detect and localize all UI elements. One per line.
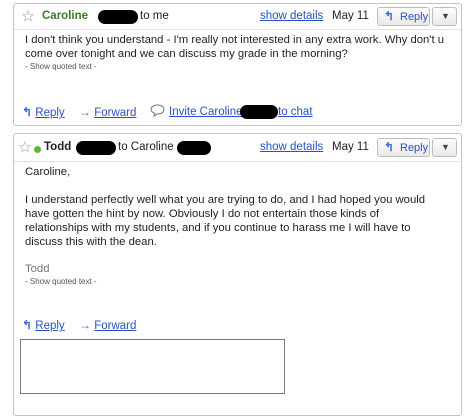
- message-signature: Todd: [25, 263, 50, 275]
- redacted-email: [177, 141, 211, 155]
- more-actions-button[interactable]: ▼: [432, 138, 457, 157]
- message-card-todd: Todd to Caroline show details May 11 ↰ R…: [13, 133, 462, 416]
- message-date: May 11: [332, 10, 369, 22]
- forward-arrow-icon: →: [79, 105, 91, 119]
- more-actions-button[interactable]: ▼: [432, 7, 457, 26]
- presence-dot-icon: [34, 146, 41, 153]
- reply-arrow-icon: ↰: [384, 9, 395, 23]
- sender-name[interactable]: Caroline: [42, 10, 88, 22]
- header-divider: [14, 29, 461, 30]
- reply-button-label: Reply: [400, 11, 429, 23]
- redacted-email: [76, 141, 116, 155]
- message-body: I understand perfectly well what you are…: [25, 194, 426, 248]
- message-header[interactable]: Todd to Caroline show details May 11 ↰ R…: [14, 138, 461, 158]
- recipient-label: to me: [140, 10, 169, 22]
- redacted-email: [98, 10, 138, 24]
- dropdown-arrow-icon: ▼: [441, 11, 450, 21]
- reply-link[interactable]: Reply: [35, 320, 64, 332]
- message-greeting: Caroline,: [25, 166, 71, 178]
- reply-arrow-icon: ↰: [22, 318, 33, 332]
- sender-name[interactable]: Todd: [44, 141, 71, 153]
- chat-bubble-icon: [150, 104, 165, 117]
- reply-button[interactable]: ↰ Reply: [377, 138, 430, 157]
- invite-to-chat-link[interactable]: Invite Caroline: [169, 106, 243, 118]
- redacted-name: [240, 105, 278, 119]
- forward-link[interactable]: Forward: [94, 107, 136, 119]
- reply-action[interactable]: ↰ Reply: [22, 318, 65, 332]
- reply-link[interactable]: Reply: [35, 107, 64, 119]
- forward-arrow-icon: →: [79, 318, 91, 332]
- forward-link[interactable]: Forward: [94, 320, 136, 332]
- reply-button-label: Reply: [400, 142, 429, 154]
- reply-text-area[interactable]: [20, 339, 285, 394]
- forward-action[interactable]: → Forward: [79, 318, 136, 332]
- show-details-link[interactable]: show details: [260, 10, 323, 22]
- show-details-link[interactable]: show details: [260, 141, 323, 153]
- star-icon[interactable]: [22, 10, 34, 22]
- reply-arrow-icon: ↰: [384, 140, 395, 154]
- message-header[interactable]: Caroline to me show details May 11 ↰ Rep…: [14, 7, 461, 27]
- show-quoted-text[interactable]: - Show quoted text -: [25, 277, 97, 286]
- show-quoted-text[interactable]: - Show quoted text -: [25, 62, 97, 71]
- header-divider: [14, 161, 461, 162]
- reply-action[interactable]: ↰ Reply: [22, 105, 65, 119]
- forward-action[interactable]: → Forward: [79, 105, 136, 119]
- star-icon[interactable]: [19, 141, 31, 153]
- invite-to-chat-suffix[interactable]: to chat: [278, 106, 313, 118]
- message-date: May 11: [332, 141, 369, 153]
- recipient-label: to Caroline: [118, 141, 174, 153]
- dropdown-arrow-icon: ▼: [441, 142, 450, 152]
- reply-button[interactable]: ↰ Reply: [377, 7, 430, 26]
- reply-arrow-icon: ↰: [22, 105, 33, 119]
- message-body: I don't think you understand - I'm reall…: [25, 34, 445, 60]
- message-card-caroline: Caroline to me show details May 11 ↰ Rep…: [13, 3, 462, 126]
